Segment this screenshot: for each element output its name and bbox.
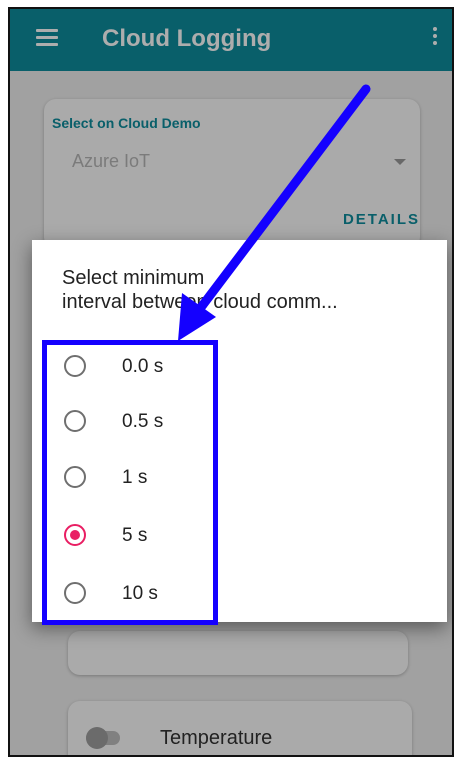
- phone-screen: Cloud Logging Select on Cloud Demo Azure…: [8, 7, 454, 757]
- dialog-title-line1: Select minimum: [62, 267, 205, 289]
- dialog-title-line2: interval between cloud comm...: [62, 291, 338, 313]
- annotation-highlight-box: [42, 340, 218, 625]
- dialog-title: Select minimum interval between cloud co…: [62, 266, 437, 314]
